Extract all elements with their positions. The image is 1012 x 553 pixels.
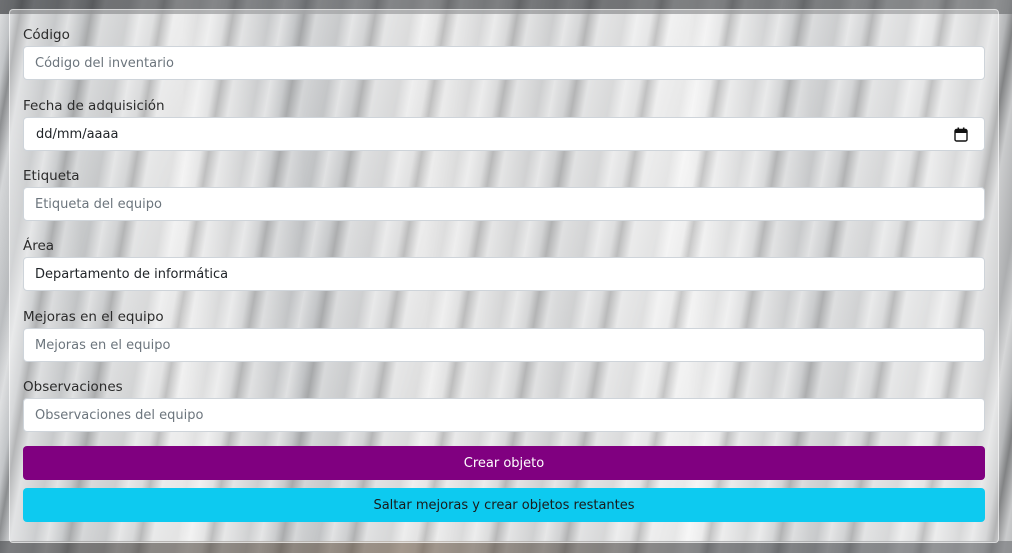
etiqueta-input[interactable] bbox=[23, 187, 985, 221]
mejoras-label: Mejoras en el equipo bbox=[23, 309, 164, 325]
codigo-group: Código bbox=[23, 25, 985, 80]
area-group: Área bbox=[23, 236, 985, 291]
observaciones-label: Observaciones bbox=[23, 379, 123, 395]
observaciones-group: Observaciones bbox=[23, 377, 985, 432]
crear-objeto-button[interactable]: Crear objeto bbox=[23, 446, 985, 480]
fecha-group: Fecha de adquisición dd/mm/aaaa bbox=[23, 96, 985, 151]
codigo-input[interactable] bbox=[23, 46, 985, 80]
fecha-label: Fecha de adquisición bbox=[23, 98, 165, 114]
mejoras-input[interactable] bbox=[23, 328, 985, 362]
fecha-date-input[interactable]: dd/mm/aaaa bbox=[23, 117, 985, 151]
mejoras-group: Mejoras en el equipo bbox=[23, 307, 985, 362]
etiqueta-group: Etiqueta bbox=[23, 166, 985, 221]
codigo-label: Código bbox=[23, 27, 70, 43]
fecha-date-value: dd/mm/aaaa bbox=[36, 127, 119, 142]
area-input[interactable] bbox=[23, 257, 985, 291]
area-label: Área bbox=[23, 238, 55, 254]
calendar-icon[interactable] bbox=[954, 127, 968, 142]
etiqueta-label: Etiqueta bbox=[23, 168, 80, 184]
saltar-mejoras-button[interactable]: Saltar mejoras y crear objetos restantes bbox=[23, 488, 985, 522]
create-object-form: Código Fecha de adquisición dd/mm/aaaa E… bbox=[9, 9, 999, 543]
observaciones-input[interactable] bbox=[23, 398, 985, 432]
